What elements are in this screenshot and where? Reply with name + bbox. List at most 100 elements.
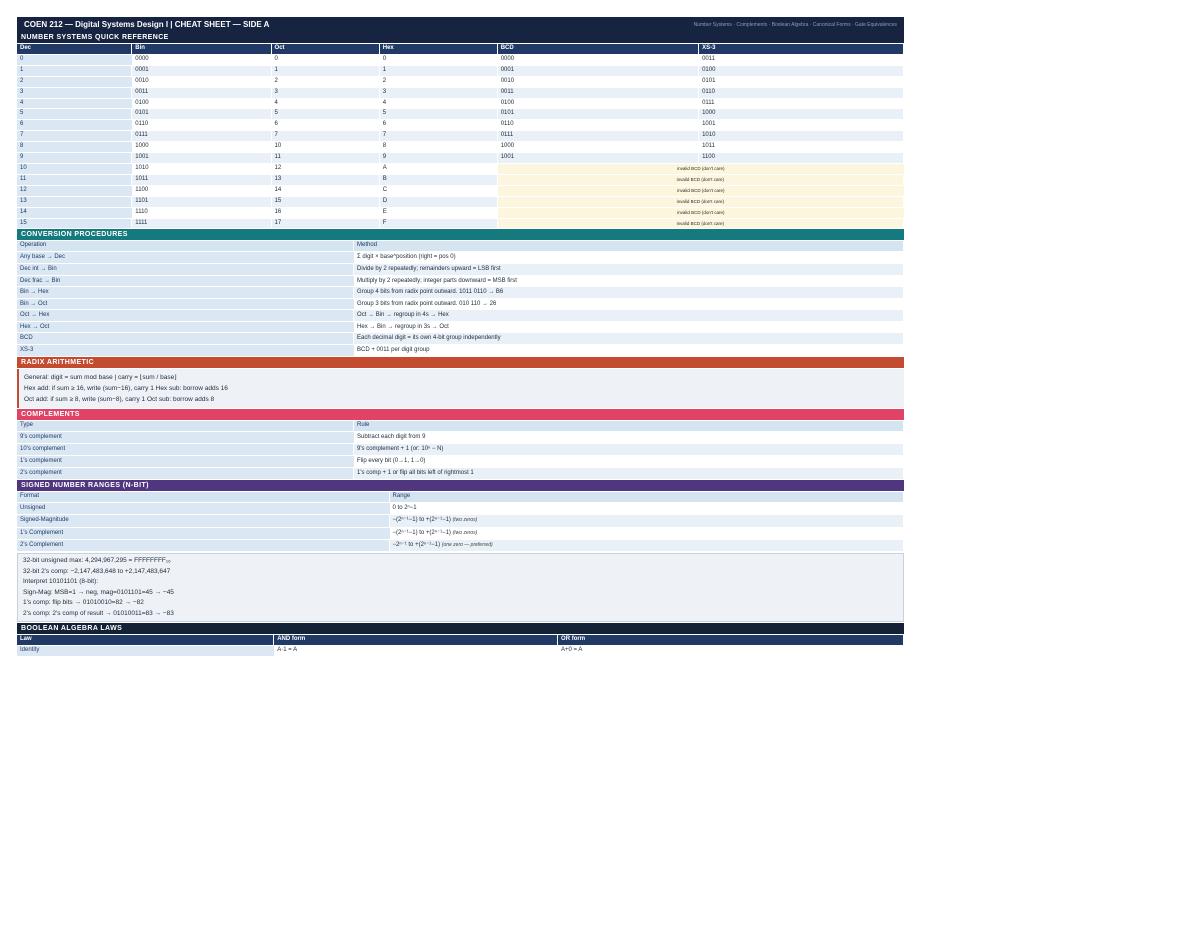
- table-row: 5 0101 5 5 0101 1000: [17, 109, 904, 120]
- table-cell: 3: [271, 87, 380, 98]
- col-header: Format: [17, 492, 390, 503]
- table-cell: 0000: [497, 54, 700, 65]
- col-header: Rule: [354, 420, 904, 431]
- table-cell: 1001: [132, 153, 272, 163]
- signed-note: 2's comp: 2's comp of result → 01010011=…: [23, 609, 174, 617]
- range-text: 0 to 2ⁿ−1: [392, 505, 417, 512]
- table-cell: XS-3: [17, 345, 355, 356]
- table-cell: 0111: [497, 131, 700, 142]
- table-cell: 1011: [132, 174, 272, 185]
- table-cell: invalid BCD (don't care): [497, 185, 904, 196]
- table-cell: 1's comp + 1 or flip all bits left of ri…: [354, 468, 904, 480]
- table-cell: 1101: [132, 196, 272, 207]
- table-cell: Any base → Dec: [17, 252, 355, 263]
- number-systems-table: Dec Bin Oct Hex BCD XS-3 0 0000 0 0 0000 0011…: [17, 43, 904, 229]
- table-cell: Divide by 2 repeatedly; remainders upwar…: [354, 263, 904, 275]
- table-cell: 15: [17, 218, 133, 229]
- table-cell: 1: [271, 65, 380, 76]
- table-cell: 12: [17, 185, 133, 196]
- table-row: 15 1111 17 Finvalid BCD (don't care): [17, 218, 904, 229]
- table-row: BCD Each decimal digit = its own 4-bit gr…: [17, 333, 904, 345]
- table-cell: 0: [271, 54, 380, 65]
- table-cell: Hex → Bin → regroup in 3s → Oct: [354, 321, 904, 333]
- table-cell: C: [379, 185, 498, 196]
- table-cell: 2's complement: [17, 468, 355, 480]
- table-cell: 2: [271, 76, 380, 87]
- table-cell: 3: [379, 87, 498, 98]
- table-cell: 10's complement: [17, 443, 355, 455]
- table-cell: −(2ⁿ⁻¹−1) to +(2ⁿ⁻¹−1) (two zeros): [389, 527, 904, 539]
- table-cell: 2: [379, 76, 498, 87]
- table-cell: 14: [271, 185, 380, 196]
- table-cell: 1: [17, 65, 133, 76]
- col-header: Bin: [132, 44, 272, 54]
- table-cell: 0000: [132, 54, 272, 65]
- page-title: COEN 212 — Digital Systems Design I | CH…: [24, 20, 270, 29]
- col-header: Oct: [271, 44, 380, 54]
- table-row: Dec frac → Bin Multiply by 2 repeatedly; …: [17, 275, 904, 287]
- col-header: OR form: [558, 635, 904, 645]
- table-row: Dec int → Bin Divide by 2 repeatedly; rem…: [17, 263, 904, 275]
- table-cell: 12: [271, 163, 380, 174]
- table-row: 8 1000 10 8 1000 1011: [17, 142, 904, 153]
- table-cell: 3: [17, 87, 133, 98]
- section-complements: COMPLEMENTS: [17, 408, 904, 420]
- table-cell: 5: [271, 109, 380, 120]
- table-cell: invalid BCD (don't care): [497, 218, 904, 229]
- table-cell: 0011: [132, 87, 272, 98]
- table-row: Identity A·1 = A A+0 = A: [17, 646, 904, 656]
- topic-nav: Number Systems · Complements · Boolean A…: [693, 21, 897, 28]
- table-row: 10 1010 12 Ainvalid BCD (don't care): [17, 163, 904, 174]
- col-header: XS-3: [699, 44, 904, 54]
- table-row: 2 0010 2 2 0010 0101: [17, 76, 904, 87]
- table-cell: Dec int → Bin: [17, 263, 355, 275]
- radix-line: General: digit = sum mod base | carry = …: [24, 373, 177, 381]
- table-cell: Flip every bit (0→1, 1→0): [354, 455, 904, 468]
- table-cell: 0110: [497, 120, 700, 131]
- table-row: 14 1110 16 Einvalid BCD (don't care): [17, 207, 904, 218]
- table-cell: 0011: [699, 54, 904, 65]
- table-cell: invalid BCD (don't care): [497, 163, 904, 174]
- signed-notes-box: 32-bit unsigned max: 4,294,967,295 = FFF…: [17, 553, 904, 623]
- table-cell: 17: [271, 218, 380, 229]
- table-cell: 1001: [699, 120, 904, 131]
- section-boolean-laws: BOOLEAN ALGEBRA LAWS: [17, 623, 904, 635]
- table-cell: 0100: [699, 65, 904, 76]
- table-row: 7 0111 7 7 0111 1010: [17, 131, 904, 142]
- header-bar: COEN 212 — Digital Systems Design I | CH…: [17, 17, 904, 32]
- table-header-row: Format Range: [17, 492, 904, 503]
- table-cell: A: [379, 163, 498, 174]
- table-cell: 14: [17, 207, 133, 218]
- table-row: 0 0000 0 0 0000 0011: [17, 54, 904, 65]
- range-note: (one zero — preferred): [441, 541, 493, 548]
- table-cell: 0011: [497, 87, 700, 98]
- table-cell: 0 to 2ⁿ−1: [389, 503, 904, 515]
- table-cell: 6: [379, 120, 498, 131]
- table-cell: BCD: [17, 333, 355, 345]
- range-text: −2ⁿ⁻¹ to +(2ⁿ⁻¹−1): [392, 541, 441, 548]
- table-cell: 4: [379, 98, 498, 109]
- table-row: 1's Complement −(2ⁿ⁻¹−1) to +(2ⁿ⁻¹−1) (tw…: [17, 527, 904, 539]
- table-row: 2's complement 1's comp + 1 or flip all b…: [17, 468, 904, 480]
- col-header: Method: [354, 241, 904, 252]
- table-cell: 1001: [497, 153, 700, 163]
- table-cell: 5: [17, 109, 133, 120]
- table-cell: Identity: [17, 646, 275, 656]
- col-header: Hex: [379, 44, 498, 54]
- table-cell: Bin → Hex: [17, 287, 355, 298]
- table-row: 6 0110 6 6 0110 1001: [17, 120, 904, 131]
- table-cell: invalid BCD (don't care): [497, 174, 904, 185]
- table-cell: 0101: [132, 109, 272, 120]
- table-header-row: Operation Method: [17, 241, 904, 252]
- table-cell: 1's Complement: [17, 527, 390, 539]
- table-cell: 1: [379, 65, 498, 76]
- table-cell: 15: [271, 196, 380, 207]
- table-row: 9 1001 11 9 1001 1100: [17, 153, 904, 163]
- table-cell: BCD + 0011 per digit group: [354, 345, 904, 356]
- table-row: 1's complement Flip every bit (0→1, 1→0): [17, 455, 904, 468]
- table-cell: 2: [17, 76, 133, 87]
- table-cell: Each decimal digit = its own 4-bit group…: [354, 333, 904, 345]
- table-cell: 0: [379, 54, 498, 65]
- table-row: 2's Complement −2ⁿ⁻¹ to +(2ⁿ⁻¹−1) (one ze…: [17, 539, 904, 552]
- table-cell: Group 3 bits from radix point outward. 0…: [354, 298, 904, 310]
